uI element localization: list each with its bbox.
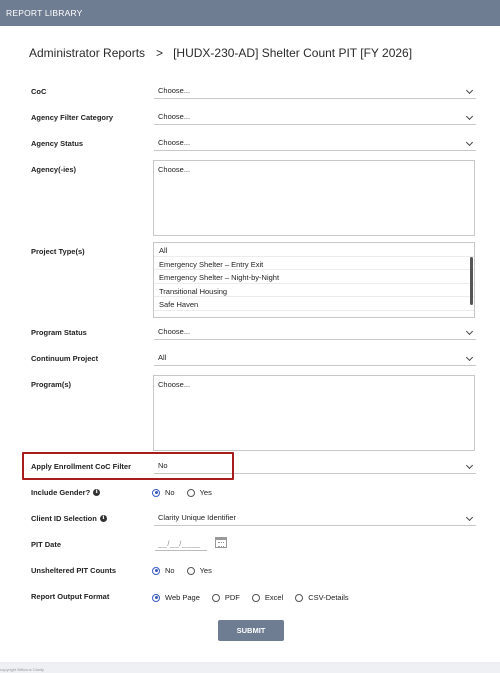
app-title: REPORT LIBRARY <box>6 8 83 18</box>
listbox-scrollbar[interactable] <box>470 257 473 305</box>
continuum-project-select[interactable]: All <box>154 352 476 366</box>
project-type-option[interactable]: All <box>154 243 474 257</box>
coc-value: Choose... <box>158 86 191 95</box>
agency-filter-category-select[interactable]: Choose... <box>154 111 476 125</box>
project-types-listbox[interactable]: All Emergency Shelter – Entry Exit Emerg… <box>153 242 475 318</box>
footer-copyright: copyright Bitfocus Clarity <box>0 667 45 672</box>
chevron-down-icon <box>465 513 474 522</box>
project-type-option[interactable]: Transitional Housing <box>154 284 474 298</box>
page-title: [HUDX-230-AD] Shelter Count PIT [FY 2026… <box>173 46 413 60</box>
radio-selected[interactable] <box>152 566 160 575</box>
radio-unselected[interactable] <box>211 593 220 602</box>
client-id-selection-label: Client ID Selection i <box>31 514 107 523</box>
agencies-multiselect[interactable]: Choose... <box>153 160 475 236</box>
radio-unselected[interactable] <box>251 593 260 602</box>
coc-label: CoC <box>31 87 47 96</box>
programs-value: Choose... <box>158 380 191 389</box>
chevron-down-icon <box>465 86 474 95</box>
report-output-format-radio-group: Web Page PDF Excel CSV-Details <box>152 593 361 602</box>
include-gender-yes-option[interactable]: Yes <box>186 488 212 497</box>
chevron-down-icon <box>465 353 474 362</box>
breadcrumb-parent[interactable]: Administrator Reports <box>29 46 145 60</box>
agency-status-label: Agency Status <box>31 139 84 148</box>
unsheltered-no-option[interactable]: No <box>152 566 175 575</box>
unsheltered-pit-counts-radio-group: No Yes <box>152 566 224 575</box>
include-gender-highlight <box>22 452 234 480</box>
unsheltered-yes-option[interactable]: Yes <box>186 566 212 575</box>
info-icon[interactable]: i <box>99 515 107 522</box>
radio-selected[interactable] <box>152 593 160 602</box>
calendar-icon[interactable] <box>215 537 227 548</box>
radio-selected[interactable] <box>152 488 160 497</box>
agency-status-value: Choose... <box>158 138 191 147</box>
radio-unselected[interactable] <box>186 566 195 575</box>
programs-label: Program(s) <box>31 380 72 389</box>
project-types-label: Project Type(s) <box>31 247 85 256</box>
include-gender-radio-group: No Yes <box>152 488 224 497</box>
report-output-format-label: Report Output Format <box>31 592 110 601</box>
top-bar: REPORT LIBRARY <box>0 0 500 26</box>
unsheltered-pit-counts-label: Unsheltered PIT Counts <box>31 566 117 575</box>
agency-filter-category-label: Agency Filter Category <box>31 113 114 122</box>
include-gender-no-option[interactable]: No <box>152 488 175 497</box>
agencies-label: Agency(-ies) <box>31 165 77 174</box>
coc-select[interactable]: Choose... <box>154 85 476 99</box>
pit-date-label: PIT Date <box>31 540 62 549</box>
format-excel-option[interactable]: Excel <box>251 593 283 602</box>
breadcrumb: Administrator Reports > [HUDX-230-AD] Shel… <box>29 46 412 60</box>
format-pdf-option[interactable]: PDF <box>211 593 240 602</box>
breadcrumb-separator: > <box>156 46 164 60</box>
chevron-down-icon <box>465 461 474 470</box>
agencies-value: Choose... <box>158 165 191 174</box>
program-status-value: Choose... <box>158 327 191 336</box>
radio-unselected[interactable] <box>186 488 195 497</box>
pit-date-underline <box>155 550 207 551</box>
agency-filter-category-value: Choose... <box>158 112 191 121</box>
project-type-option[interactable]: Emergency Shelter – Night-by-Night <box>154 270 474 284</box>
chevron-down-icon <box>465 138 474 147</box>
pit-date-input[interactable]: __/__/____ <box>158 539 201 548</box>
radio-unselected[interactable] <box>295 593 304 602</box>
agency-status-select[interactable]: Choose... <box>154 137 476 151</box>
chevron-down-icon <box>465 112 474 121</box>
program-status-label: Program Status <box>31 328 87 337</box>
project-type-option[interactable]: Emergency Shelter – Entry Exit <box>154 257 474 271</box>
format-csv-details-option[interactable]: CSV-Details <box>295 593 349 602</box>
continuum-project-value: All <box>158 353 167 362</box>
continuum-project-label: Continuum Project <box>31 354 99 363</box>
include-gender-label: Include Gender? i <box>31 488 101 497</box>
client-id-selection-select[interactable]: Clarity Unique Identifier <box>154 512 476 526</box>
program-status-select[interactable]: Choose... <box>154 326 476 340</box>
chevron-down-icon <box>465 327 474 336</box>
client-id-selection-value: Clarity Unique Identifier <box>158 513 236 522</box>
programs-multiselect[interactable]: Choose... <box>153 375 475 451</box>
info-icon[interactable]: i <box>93 489 101 496</box>
format-web-page-option[interactable]: Web Page <box>152 593 200 602</box>
submit-button[interactable]: SUBMIT <box>218 620 284 641</box>
project-type-option[interactable]: Safe Haven <box>154 297 474 311</box>
